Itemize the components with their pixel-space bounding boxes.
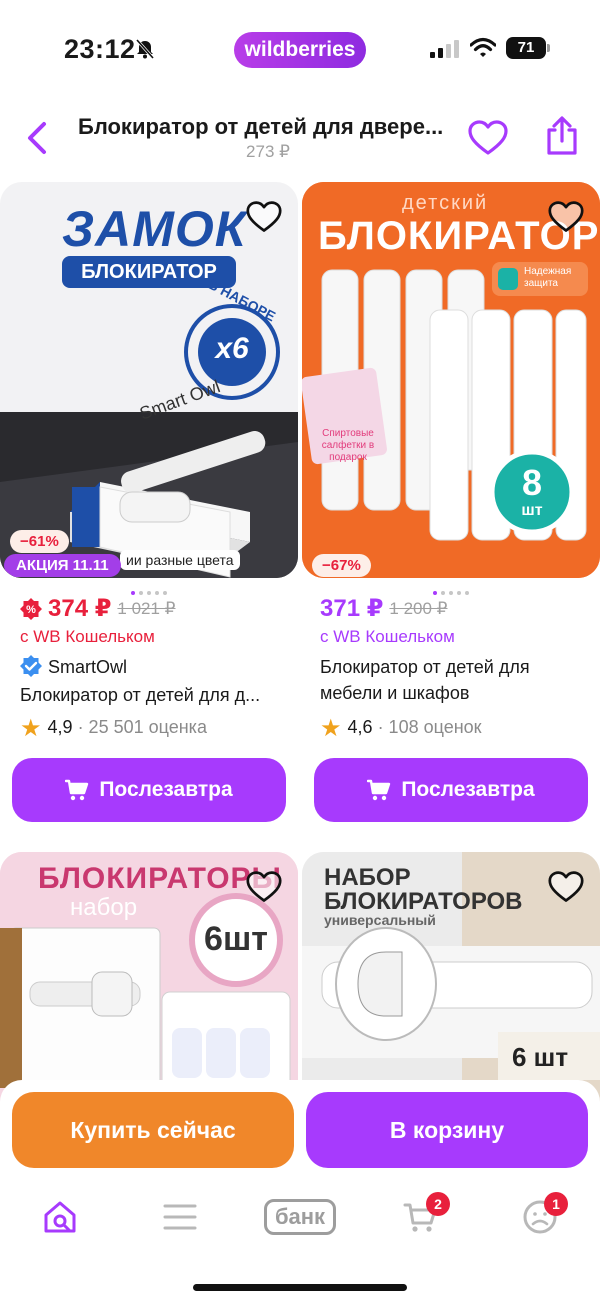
delivery-cart-button[interactable]: Послезавтра (314, 758, 588, 822)
tab-cart[interactable]: 2 (390, 1192, 450, 1240)
purchase-actions: Купить сейчас В корзину (0, 1080, 600, 1180)
rating-value: 4,6 (347, 717, 373, 737)
delivery-cart-button[interactable]: Послезавтра (12, 758, 286, 822)
image-count: 6 шт (512, 1042, 569, 1072)
image-protection-badge: Надежная защита (524, 266, 572, 289)
wifi-icon (470, 37, 496, 57)
image-headline: НАБОР БЛОКИРАТОРОВ (324, 864, 523, 915)
status-bar: 23:12 wildberries 71 (0, 0, 600, 100)
back-arrow-icon[interactable] (22, 118, 54, 158)
wallet-label: с WB Кошельком (320, 627, 455, 646)
rating-row: ★ 4,9 · 25 501 оценка (20, 714, 207, 743)
rating-row: ★ 4,6 · 108 оценок (320, 714, 482, 743)
brand-name: SmartOwl (48, 657, 128, 677)
image-count-unit: шт (521, 502, 543, 519)
product-card[interactable]: ЗАМОК БЛОКИРАТОР В НАБОРЕ x6 Smart Owl и… (0, 182, 300, 842)
discount-badge: −67% (312, 554, 371, 577)
image-subline: набор (70, 894, 138, 921)
favorite-heart-icon[interactable] (246, 200, 282, 234)
image-gift-label: Спиртовые салфетки в подарок (321, 428, 375, 463)
bank-label: банк (263, 1199, 337, 1235)
cart-icon (367, 779, 391, 801)
home-search-icon (44, 1201, 76, 1233)
signal-icon (430, 40, 459, 58)
discount-badge: −61% (10, 530, 69, 553)
add-to-cart-button[interactable]: В корзину (306, 1092, 588, 1168)
tab-home[interactable] (30, 1194, 90, 1240)
favorite-heart-icon[interactable] (548, 200, 584, 234)
bell-muted-icon (135, 39, 155, 59)
delivery-label: Послезавтра (99, 778, 233, 801)
header-price: 273 ₽ (246, 142, 290, 161)
tab-profile[interactable]: 1 (510, 1192, 570, 1240)
image-carousel-dots (0, 582, 298, 595)
verified-check-icon (20, 655, 42, 677)
image-count: 6шт (204, 920, 268, 958)
rating-value: 4,9 (47, 717, 73, 737)
image-carousel-dots (302, 582, 600, 595)
wallet-label: с WB Кошельком (20, 627, 155, 646)
star-icon: ★ (20, 715, 42, 742)
share-icon[interactable] (544, 116, 580, 156)
favorite-heart-icon[interactable] (548, 870, 584, 904)
battery-indicator: 71 (506, 37, 550, 59)
image-set-count: x6 (215, 332, 249, 365)
product-card[interactable]: НАБОР БЛОКИРАТОРОВ универсальный 6 шт (302, 852, 600, 1248)
image-headline: детский (402, 192, 489, 214)
delivery-label: Послезавтра (401, 778, 535, 801)
home-indicator (193, 1284, 407, 1291)
svg-text:%: % (26, 604, 36, 616)
favorite-heart-icon[interactable] (246, 870, 282, 904)
page-title: Блокиратор от детей для двере... (78, 114, 444, 139)
product-card[interactable]: БЛОКИРАТОРЫ набор 6шт (0, 852, 300, 1248)
tab-catalog[interactable] (150, 1194, 210, 1240)
brand-row[interactable]: SmartOwl (20, 655, 127, 678)
price-row: % 374 ₽1 021 ₽ (20, 594, 176, 624)
menu-lines-icon (163, 1204, 197, 1230)
tab-bank[interactable]: банк (262, 1194, 338, 1240)
old-price: 1 200 ₽ (389, 598, 448, 618)
product-image[interactable]: детский БЛОКИРАТОР Надежная защита Спирт… (302, 182, 600, 578)
product-image[interactable]: ЗАМОК БЛОКИРАТОР В НАБОРЕ x6 Smart Owl и… (0, 182, 298, 578)
reviews-count: · 108 оценок (377, 717, 482, 737)
product-name: Блокиратор от детей для мебели и шкафов (320, 657, 530, 703)
price-row: 371 ₽1 200 ₽ (320, 594, 448, 624)
image-count: 8 (521, 462, 543, 503)
star-icon: ★ (320, 715, 342, 742)
current-price: 371 ₽ (320, 595, 384, 622)
product-name: Блокиратор от детей для д... (20, 685, 261, 705)
product-card[interactable]: детский БЛОКИРАТОР Надежная защита Спирт… (302, 182, 600, 842)
promo-badge: АКЦИЯ 11.11 (4, 554, 121, 577)
cart-icon (65, 779, 89, 801)
favorite-heart-icon[interactable] (468, 120, 508, 156)
clock: 23:12 (64, 34, 136, 64)
old-price: 1 021 ₽ (117, 598, 176, 618)
current-price: 374 ₽ (48, 595, 112, 622)
image-caption: ии разные цвета (120, 550, 240, 570)
product-header: Блокиратор от детей для двере... 273 ₽ (0, 100, 600, 180)
profile-notification-badge: 1 (544, 1192, 568, 1216)
image-subline: универсальный (324, 912, 436, 928)
wallet-discount-icon: % (20, 597, 42, 620)
wildberries-badge: wildberries (234, 32, 366, 68)
image-headline: ЗАМОК (62, 201, 247, 257)
cart-count-badge: 2 (426, 1192, 450, 1216)
reviews-count: · 25 501 оценка (77, 717, 207, 737)
buy-now-button[interactable]: Купить сейчас (12, 1092, 294, 1168)
